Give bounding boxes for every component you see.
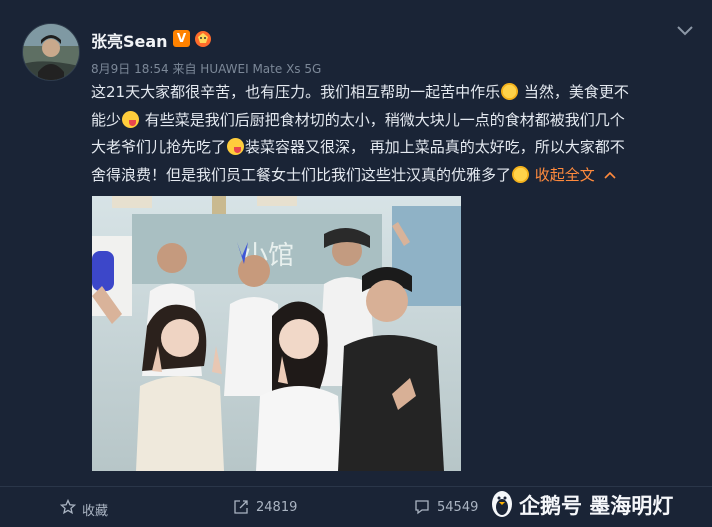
penguin-icon xyxy=(492,491,512,517)
avatar[interactable] xyxy=(22,23,80,81)
verified-badge: V xyxy=(173,30,190,47)
post-text-segment: 能少 xyxy=(91,110,122,129)
wink-tongue-emoji-icon xyxy=(227,138,245,155)
post-text-segment: 装菜容器又很深， 再加上菜品真的太好吃，所以大家都不 xyxy=(245,138,625,156)
post-text-segment: 有些菜是我们后厨把食材切的太小，稍微大块儿一点的食材都被我们几个 xyxy=(140,110,625,129)
star-icon[interactable] xyxy=(59,498,77,515)
post-meta: 8月9日 18:54 来自 HUAWEI Mate Xs 5G xyxy=(91,62,322,76)
comment-icon[interactable] xyxy=(414,499,430,515)
post-text-segment: 当然，美食更不 xyxy=(519,83,629,101)
wink-tongue-emoji-icon xyxy=(122,110,140,128)
post-text-segment: 大老爷们儿抢先吃了 xyxy=(91,138,227,156)
sun-face-emoji-icon xyxy=(512,165,530,183)
collapse-text-link[interactable]: 收起全文 xyxy=(535,166,595,184)
favorite-button[interactable]: 收藏 xyxy=(82,500,108,519)
post-text-line: 大老爷们儿抢先吃了 装菜容器又很深， 再加上菜品真的太好吃，所以大家都不 xyxy=(91,134,706,162)
sun-face-emoji-icon xyxy=(501,83,519,100)
chevron-down-icon[interactable] xyxy=(676,22,694,36)
user-name[interactable]: 张亮Sean xyxy=(91,28,168,52)
post-text: 这21天大家都很辛苦，也有压力。我们相互帮助一起苦中作乐 当然，美食更不 能少 有… xyxy=(91,79,706,189)
comment-count[interactable]: 54549 xyxy=(437,500,478,515)
post-text-segment: 舍得浪费！但是我们员工餐女士们比我们这些壮汉真的优雅多了 xyxy=(91,165,512,184)
watermark: 企鹅号 墨海明灯 xyxy=(489,486,699,520)
post-text-line: 舍得浪费！但是我们员工餐女士们比我们这些壮汉真的优雅多了 收起全文 xyxy=(91,162,706,190)
chevron-up-icon[interactable] xyxy=(603,170,617,180)
post-text-line: 能少 有些菜是我们后厨把食材切的太小，稍微大块儿一点的食材都被我们几个 xyxy=(91,107,706,135)
post-text-line: 这21天大家都很辛苦，也有压力。我们相互帮助一起苦中作乐 当然，美食更不 xyxy=(91,79,706,107)
post-photo[interactable]: 小馆 xyxy=(92,196,461,471)
share-count[interactable]: 24819 xyxy=(256,500,297,515)
share-icon[interactable] xyxy=(233,499,249,515)
watermark-text: 企鹅号 墨海明灯 xyxy=(519,494,674,518)
member-icon xyxy=(193,29,213,48)
post-text-segment: 这21天大家都很辛苦，也有压力。我们相互帮助一起苦中作乐 xyxy=(91,83,501,101)
